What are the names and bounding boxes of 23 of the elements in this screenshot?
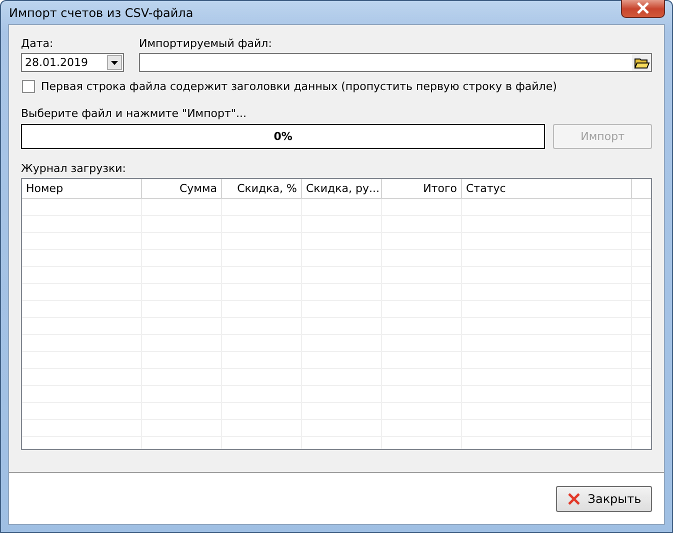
column-header[interactable]: Скидка, % xyxy=(222,179,302,198)
checkbox[interactable] xyxy=(22,80,35,93)
status-text: Выберите файл и нажмите "Импорт"... xyxy=(21,107,246,121)
column-header[interactable]: Скидка, ру... xyxy=(302,179,382,198)
column-header[interactable]: Номер xyxy=(22,179,142,198)
close-icon xyxy=(566,492,581,506)
file-path-field[interactable] xyxy=(139,53,652,72)
close-dialog-button[interactable]: Закрыть xyxy=(556,486,652,512)
column-header[interactable]: Сумма xyxy=(142,179,222,198)
column-header[interactable]: Статус xyxy=(462,179,632,198)
file-label: Импортируемый файл: xyxy=(139,37,272,51)
date-label: Дата: xyxy=(21,37,54,51)
folder-icon xyxy=(634,56,650,70)
log-label: Журнал загрузки: xyxy=(21,162,126,176)
window-title: Импорт счетов из CSV-файла xyxy=(8,6,194,20)
browse-button[interactable] xyxy=(632,54,651,71)
column-header[interactable]: Итого xyxy=(382,179,462,198)
checkbox-label: Первая строка файла содержит заголовки данных (пропустить первую строку в файле) xyxy=(41,80,557,93)
close-button[interactable] xyxy=(621,0,665,18)
progress-percent: 0% xyxy=(274,130,292,143)
date-picker[interactable]: 28.01.2019 xyxy=(21,53,124,72)
dropdown-arrow-icon xyxy=(111,60,118,64)
close-icon xyxy=(636,2,650,14)
